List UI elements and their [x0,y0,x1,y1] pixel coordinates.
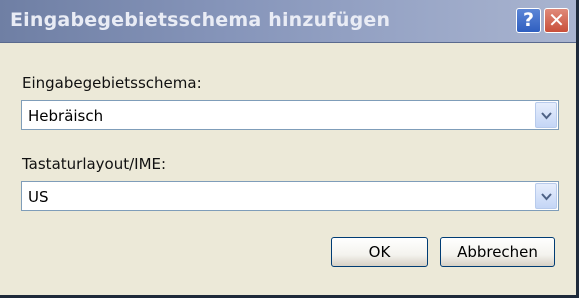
help-button[interactable]: ? [516,8,541,33]
keyboard-layout-dropdown-button[interactable] [535,183,557,209]
keyboard-layout-value: US [28,188,49,206]
chevron-down-icon [541,193,552,201]
close-button[interactable]: ✕ [544,8,569,33]
keyboard-layout-select[interactable]: US [21,181,559,211]
cancel-button[interactable]: Abbrechen [440,237,555,267]
input-locale-value: Hebräisch [28,107,104,125]
input-locale-select[interactable]: Hebräisch [21,100,559,130]
ok-button[interactable]: OK [331,237,428,267]
window-title: Eingabegebietsschema hinzufügen [10,9,391,31]
chevron-down-icon [541,112,552,120]
input-locale-dropdown-button[interactable] [535,102,557,128]
help-icon: ? [522,9,535,31]
add-input-locale-dialog: Eingabegebietsschema hinzufügen ? ✕ Eing… [0,0,579,298]
input-locale-label: Eingabegebietsschema: [22,74,202,92]
close-icon: ✕ [548,8,565,32]
dialog-body: Eingabegebietsschema: Hebräisch Tastatur… [0,43,576,295]
title-bar[interactable]: Eingabegebietsschema hinzufügen ? ✕ [0,0,576,43]
keyboard-layout-label: Tastaturlayout/IME: [22,155,167,173]
